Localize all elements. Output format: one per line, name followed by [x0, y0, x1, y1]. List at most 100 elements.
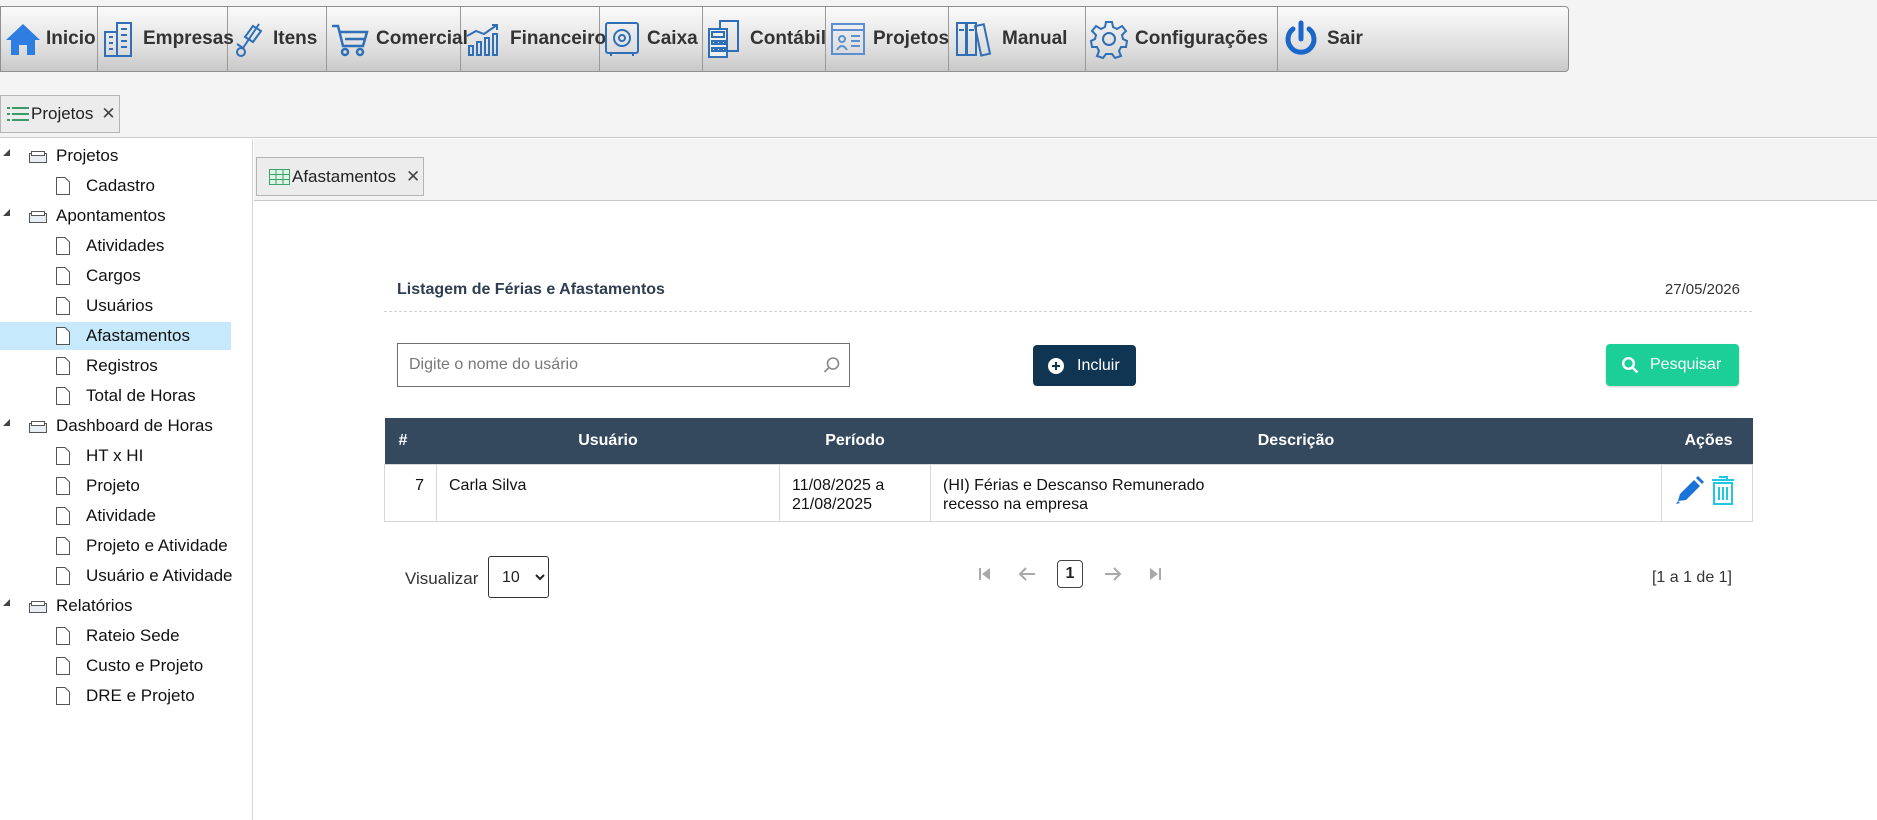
- tree-item-label: Total de Horas: [86, 386, 196, 405]
- close-icon[interactable]: ✕: [406, 167, 420, 187]
- tree-item-rateio-sede[interactable]: Rateio Sede: [0, 622, 230, 650]
- column-header-usuario[interactable]: Usuário: [436, 418, 780, 465]
- cell-usuario: Carla Silva: [436, 464, 780, 522]
- tree-item-label: Usuário e Atividade: [86, 566, 233, 585]
- content-tab-strip: Afastamentos ✕: [254, 139, 1877, 201]
- column-header-acoes: Ações: [1661, 418, 1753, 465]
- tree-item-label: Custo e Projeto: [86, 656, 204, 675]
- tree-item-label: Cadastro: [86, 176, 155, 195]
- document-icon: [56, 657, 70, 680]
- tree-item-usuario-e-atividade[interactable]: Usuário e Atividade: [0, 562, 233, 590]
- tree-item-dre-e-projeto[interactable]: DRE e Projeto: [0, 682, 230, 710]
- menu-empresas-label: Empresas: [143, 28, 234, 49]
- search-icon: [823, 356, 841, 379]
- pagination: 1: [975, 560, 1165, 588]
- tab-projetos-label: Projetos: [31, 104, 94, 123]
- tree-item-cargos[interactable]: Cargos: [0, 262, 230, 290]
- page-size-select[interactable]: 10: [488, 556, 549, 598]
- menu-manual[interactable]: Manual: [949, 7, 1086, 71]
- gear-icon: [1089, 17, 1129, 61]
- folder-icon: [29, 150, 47, 168]
- menu-financeiro[interactable]: Financeiro: [461, 7, 606, 71]
- tree-item-projeto[interactable]: Projeto: [0, 472, 230, 500]
- expand-arrow-icon[interactable]: [3, 599, 10, 606]
- cell-descricao: (HI) Férias e Descanso Remunerado recess…: [930, 464, 1662, 522]
- expand-arrow-icon[interactable]: [3, 419, 10, 426]
- delete-trash-icon[interactable]: [1710, 474, 1736, 511]
- folder-icon: [29, 210, 47, 228]
- expand-arrow-icon[interactable]: [3, 209, 10, 216]
- menu-contabil-label: Contábil: [750, 28, 826, 49]
- search-field: [397, 343, 850, 387]
- menu-sair[interactable]: Sair: [1278, 7, 1367, 71]
- document-icon: [56, 237, 70, 260]
- tree-item-ht-x-hi[interactable]: HT x HI: [0, 442, 230, 470]
- table-row[interactable]: 7 Carla Silva 11/08/2025 a 21/08/2025 (H…: [384, 464, 1753, 522]
- menu-itens[interactable]: Itens: [228, 7, 327, 71]
- last-page-icon[interactable]: [1145, 564, 1165, 584]
- menu-configuracoes-label: Configurações: [1135, 28, 1269, 49]
- document-icon: [56, 537, 70, 560]
- binders-icon: [952, 17, 996, 61]
- page-number-current[interactable]: 1: [1057, 560, 1083, 588]
- menu-inicio[interactable]: Inicio: [1, 7, 98, 71]
- tree-item-label: Rateio Sede: [86, 626, 180, 645]
- folder-icon: [29, 420, 47, 438]
- tree-item-cadastro[interactable]: Cadastro: [0, 172, 230, 200]
- column-header-periodo[interactable]: Período: [779, 418, 931, 465]
- tree-item-label: DRE e Projeto: [86, 686, 195, 705]
- list-icon: [7, 106, 29, 122]
- tree-group-projetos[interactable]: Projetos: [0, 142, 230, 170]
- tree-item-atividade[interactable]: Atividade: [0, 502, 230, 530]
- column-header-descricao[interactable]: Descrição: [930, 418, 1662, 465]
- tree-item-custo-e-projeto[interactable]: Custo e Projeto: [0, 652, 230, 680]
- description-line-2: recesso na empresa: [943, 496, 1088, 513]
- menu-configuracoes[interactable]: Configurações: [1086, 7, 1278, 71]
- tree-item-label: Cargos: [86, 266, 141, 285]
- document-icon: [56, 477, 70, 500]
- absences-table: # Usuário Período Descrição Ações 7 Carl…: [384, 418, 1753, 522]
- tab-projetos[interactable]: Projetos ✕: [0, 95, 120, 133]
- tree-group-dashboard-de-horas[interactable]: Dashboard de Horas: [0, 412, 230, 440]
- first-page-icon[interactable]: [975, 564, 995, 584]
- document-icon: [56, 297, 70, 320]
- tree-item-afastamentos[interactable]: Afastamentos: [0, 322, 231, 350]
- menu-caixa[interactable]: Caixa: [600, 7, 703, 71]
- tree-group-label: Dashboard de Horas: [56, 416, 213, 435]
- growth-chart-icon: [464, 17, 504, 61]
- expand-arrow-icon[interactable]: [3, 149, 10, 156]
- grid-icon: [269, 168, 290, 185]
- document-icon: [56, 627, 70, 650]
- safe-icon: [603, 17, 641, 61]
- tree-item-label: Projeto e Atividade: [86, 536, 228, 555]
- description-line-1: (HI) Férias e Descanso Remunerado: [943, 477, 1205, 494]
- tree-item-registros[interactable]: Registros: [0, 352, 230, 380]
- prev-page-icon[interactable]: [1017, 564, 1037, 584]
- cell-id: 7: [384, 464, 437, 522]
- tree-group-apontamentos[interactable]: Apontamentos: [0, 202, 230, 230]
- tree-item-projeto-e-atividade[interactable]: Projeto e Atividade: [0, 532, 230, 560]
- next-page-icon[interactable]: [1103, 564, 1123, 584]
- tab-afastamentos[interactable]: Afastamentos ✕: [256, 157, 424, 196]
- include-button[interactable]: Incluir: [1033, 345, 1136, 386]
- cell-periodo: 11/08/2025 a 21/08/2025: [779, 464, 931, 522]
- page-info: [1 a 1 de 1]: [1651, 569, 1732, 586]
- tree-group-relatorios[interactable]: Relatórios: [0, 592, 230, 620]
- document-icon: [56, 327, 70, 350]
- tree-item-atividades[interactable]: Atividades: [0, 232, 230, 260]
- plus-circle-icon: [1048, 357, 1064, 374]
- search-button[interactable]: Pesquisar: [1606, 344, 1739, 386]
- menu-comercial[interactable]: Comercial: [327, 7, 468, 71]
- column-header-id[interactable]: #: [384, 418, 437, 465]
- menu-sair-label: Sair: [1327, 28, 1363, 49]
- tree-item-usuarios[interactable]: Usuários: [0, 292, 230, 320]
- tree-item-total-de-horas[interactable]: Total de Horas: [0, 382, 230, 410]
- close-icon[interactable]: ✕: [101, 104, 115, 124]
- module-tab-strip: Projetos ✕: [0, 78, 1877, 138]
- edit-pencil-icon[interactable]: [1674, 474, 1704, 511]
- menu-empresas[interactable]: Empresas: [98, 7, 234, 71]
- menu-contabil[interactable]: Contábil: [703, 7, 826, 71]
- search-input[interactable]: [398, 344, 809, 386]
- document-icon: [56, 177, 70, 200]
- menu-projetos[interactable]: Projetos: [826, 7, 949, 71]
